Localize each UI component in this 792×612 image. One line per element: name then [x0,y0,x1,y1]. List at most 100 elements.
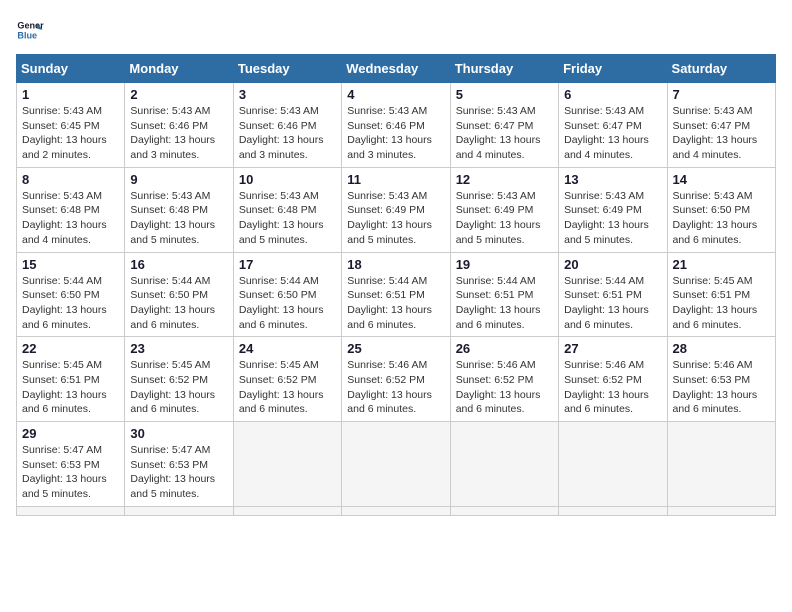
day-info: Sunrise: 5:44 AM Sunset: 6:50 PM Dayligh… [130,274,227,333]
day-number: 6 [564,87,661,102]
day-number: 2 [130,87,227,102]
calendar-cell: 27 Sunrise: 5:46 AM Sunset: 6:52 PM Dayl… [559,337,667,422]
day-info: Sunrise: 5:47 AM Sunset: 6:53 PM Dayligh… [130,443,227,502]
calendar-week-row [17,506,776,515]
calendar-cell: 17 Sunrise: 5:44 AM Sunset: 6:50 PM Dayl… [233,252,341,337]
day-info: Sunrise: 5:44 AM Sunset: 6:50 PM Dayligh… [239,274,336,333]
calendar-header-saturday: Saturday [667,55,775,83]
logo: General Blue [16,16,44,44]
day-info: Sunrise: 5:45 AM Sunset: 6:52 PM Dayligh… [239,358,336,417]
calendar-cell [450,506,558,515]
calendar-header-thursday: Thursday [450,55,558,83]
calendar-cell: 11 Sunrise: 5:43 AM Sunset: 6:49 PM Dayl… [342,167,450,252]
day-info: Sunrise: 5:43 AM Sunset: 6:47 PM Dayligh… [564,104,661,163]
day-info: Sunrise: 5:46 AM Sunset: 6:52 PM Dayligh… [347,358,444,417]
calendar-week-row: 29 Sunrise: 5:47 AM Sunset: 6:53 PM Dayl… [17,422,776,507]
calendar-cell [125,506,233,515]
day-info: Sunrise: 5:43 AM Sunset: 6:49 PM Dayligh… [347,189,444,248]
calendar-cell [233,506,341,515]
calendar-cell: 29 Sunrise: 5:47 AM Sunset: 6:53 PM Dayl… [17,422,125,507]
day-info: Sunrise: 5:43 AM Sunset: 6:46 PM Dayligh… [347,104,444,163]
day-number: 20 [564,257,661,272]
svg-text:Blue: Blue [17,30,37,40]
day-info: Sunrise: 5:43 AM Sunset: 6:48 PM Dayligh… [130,189,227,248]
day-info: Sunrise: 5:43 AM Sunset: 6:48 PM Dayligh… [22,189,119,248]
calendar-week-row: 15 Sunrise: 5:44 AM Sunset: 6:50 PM Dayl… [17,252,776,337]
day-number: 19 [456,257,553,272]
day-number: 16 [130,257,227,272]
calendar-header-friday: Friday [559,55,667,83]
calendar-cell: 13 Sunrise: 5:43 AM Sunset: 6:49 PM Dayl… [559,167,667,252]
day-info: Sunrise: 5:43 AM Sunset: 6:46 PM Dayligh… [130,104,227,163]
day-info: Sunrise: 5:43 AM Sunset: 6:47 PM Dayligh… [673,104,770,163]
day-number: 25 [347,341,444,356]
day-number: 4 [347,87,444,102]
day-number: 24 [239,341,336,356]
day-number: 18 [347,257,444,272]
calendar-cell: 4 Sunrise: 5:43 AM Sunset: 6:46 PM Dayli… [342,83,450,168]
calendar-cell: 24 Sunrise: 5:45 AM Sunset: 6:52 PM Dayl… [233,337,341,422]
day-info: Sunrise: 5:46 AM Sunset: 6:52 PM Dayligh… [456,358,553,417]
calendar-cell: 15 Sunrise: 5:44 AM Sunset: 6:50 PM Dayl… [17,252,125,337]
calendar-cell: 7 Sunrise: 5:43 AM Sunset: 6:47 PM Dayli… [667,83,775,168]
day-number: 5 [456,87,553,102]
day-info: Sunrise: 5:45 AM Sunset: 6:51 PM Dayligh… [22,358,119,417]
calendar-cell: 25 Sunrise: 5:46 AM Sunset: 6:52 PM Dayl… [342,337,450,422]
day-number: 11 [347,172,444,187]
day-number: 17 [239,257,336,272]
day-number: 21 [673,257,770,272]
calendar-header-wednesday: Wednesday [342,55,450,83]
calendar-cell: 21 Sunrise: 5:45 AM Sunset: 6:51 PM Dayl… [667,252,775,337]
calendar-cell [667,506,775,515]
calendar-cell [559,506,667,515]
calendar-cell: 5 Sunrise: 5:43 AM Sunset: 6:47 PM Dayli… [450,83,558,168]
day-number: 3 [239,87,336,102]
calendar-cell [233,422,341,507]
day-info: Sunrise: 5:43 AM Sunset: 6:45 PM Dayligh… [22,104,119,163]
day-info: Sunrise: 5:46 AM Sunset: 6:52 PM Dayligh… [564,358,661,417]
day-number: 28 [673,341,770,356]
calendar-cell: 23 Sunrise: 5:45 AM Sunset: 6:52 PM Dayl… [125,337,233,422]
calendar-table: SundayMondayTuesdayWednesdayThursdayFrid… [16,54,776,516]
calendar-cell: 12 Sunrise: 5:43 AM Sunset: 6:49 PM Dayl… [450,167,558,252]
calendar-cell: 28 Sunrise: 5:46 AM Sunset: 6:53 PM Dayl… [667,337,775,422]
day-info: Sunrise: 5:45 AM Sunset: 6:52 PM Dayligh… [130,358,227,417]
day-info: Sunrise: 5:43 AM Sunset: 6:47 PM Dayligh… [456,104,553,163]
calendar-cell [667,422,775,507]
day-number: 8 [22,172,119,187]
day-info: Sunrise: 5:44 AM Sunset: 6:51 PM Dayligh… [564,274,661,333]
day-number: 27 [564,341,661,356]
day-number: 7 [673,87,770,102]
day-number: 26 [456,341,553,356]
day-number: 14 [673,172,770,187]
day-number: 23 [130,341,227,356]
calendar-cell: 14 Sunrise: 5:43 AM Sunset: 6:50 PM Dayl… [667,167,775,252]
day-number: 15 [22,257,119,272]
calendar-cell [342,422,450,507]
day-number: 22 [22,341,119,356]
calendar-week-row: 22 Sunrise: 5:45 AM Sunset: 6:51 PM Dayl… [17,337,776,422]
day-number: 9 [130,172,227,187]
day-info: Sunrise: 5:44 AM Sunset: 6:51 PM Dayligh… [347,274,444,333]
calendar-cell: 26 Sunrise: 5:46 AM Sunset: 6:52 PM Dayl… [450,337,558,422]
calendar-header-monday: Monday [125,55,233,83]
calendar-cell: 3 Sunrise: 5:43 AM Sunset: 6:46 PM Dayli… [233,83,341,168]
calendar-cell: 9 Sunrise: 5:43 AM Sunset: 6:48 PM Dayli… [125,167,233,252]
calendar-cell [450,422,558,507]
calendar-cell: 2 Sunrise: 5:43 AM Sunset: 6:46 PM Dayli… [125,83,233,168]
calendar-cell [342,506,450,515]
day-number: 29 [22,426,119,441]
page-header: General Blue [16,16,776,44]
calendar-cell: 22 Sunrise: 5:45 AM Sunset: 6:51 PM Dayl… [17,337,125,422]
calendar-cell: 10 Sunrise: 5:43 AM Sunset: 6:48 PM Dayl… [233,167,341,252]
day-info: Sunrise: 5:44 AM Sunset: 6:51 PM Dayligh… [456,274,553,333]
calendar-header-row: SundayMondayTuesdayWednesdayThursdayFrid… [17,55,776,83]
day-info: Sunrise: 5:46 AM Sunset: 6:53 PM Dayligh… [673,358,770,417]
day-info: Sunrise: 5:43 AM Sunset: 6:48 PM Dayligh… [239,189,336,248]
day-info: Sunrise: 5:43 AM Sunset: 6:49 PM Dayligh… [456,189,553,248]
day-info: Sunrise: 5:45 AM Sunset: 6:51 PM Dayligh… [673,274,770,333]
day-number: 12 [456,172,553,187]
calendar-week-row: 8 Sunrise: 5:43 AM Sunset: 6:48 PM Dayli… [17,167,776,252]
calendar-header-tuesday: Tuesday [233,55,341,83]
calendar-header-sunday: Sunday [17,55,125,83]
